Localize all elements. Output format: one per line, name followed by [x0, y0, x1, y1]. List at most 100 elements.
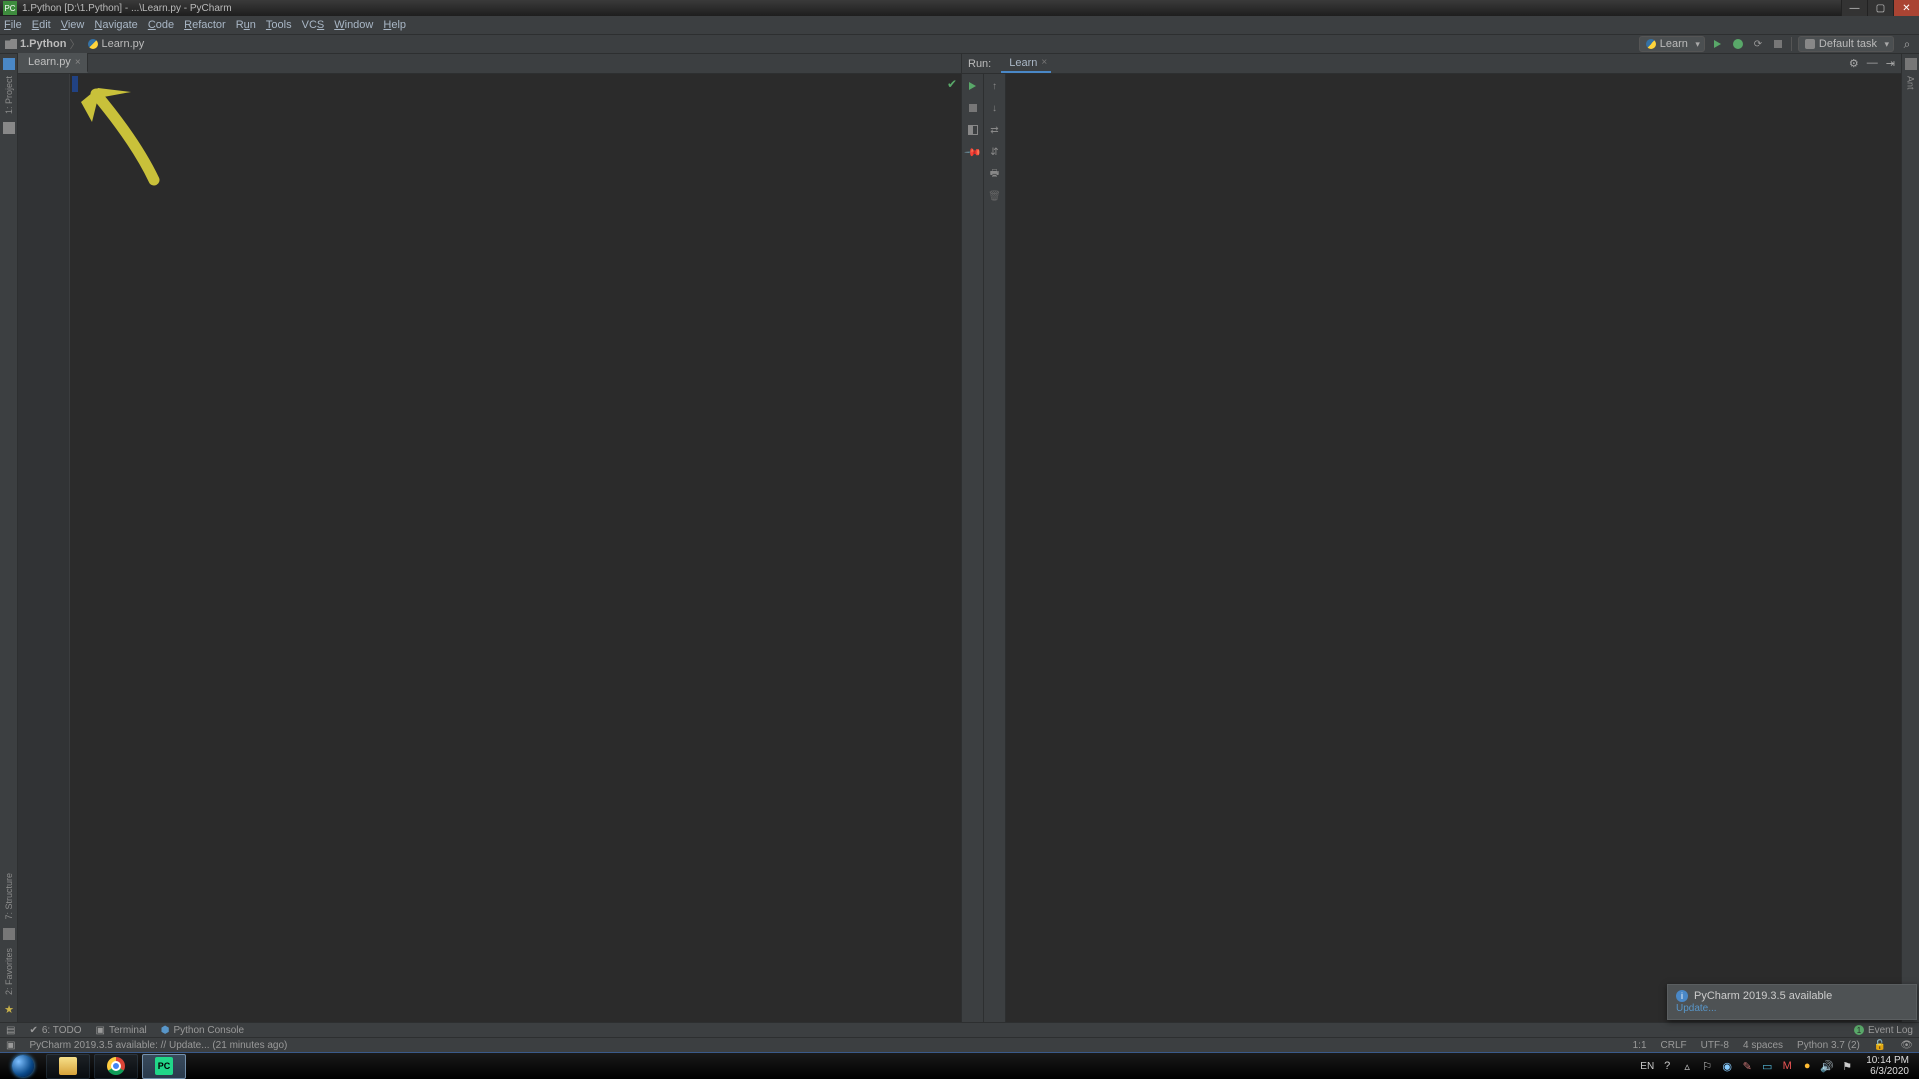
menu-help[interactable]: Help	[383, 19, 406, 31]
lock-icon[interactable]: 🔓	[1874, 1040, 1886, 1051]
caret-position[interactable]: 1:1	[1633, 1040, 1647, 1051]
run-actions-col1: 📌	[962, 74, 984, 1022]
tray-gmail-icon[interactable]: M	[1780, 1059, 1794, 1073]
language-indicator[interactable]: EN	[1640, 1061, 1654, 1072]
menu-vcs[interactable]: VCS	[302, 19, 325, 31]
maximize-button[interactable]: ▢	[1867, 0, 1893, 16]
start-button[interactable]	[4, 1054, 42, 1079]
close-button[interactable]: ✕	[1893, 0, 1919, 16]
menu-run[interactable]: Run	[236, 19, 256, 31]
python-console-button[interactable]: ⬢Python Console	[161, 1025, 244, 1036]
tray-volume-icon[interactable]: 🔊	[1820, 1059, 1834, 1073]
run-tab-learn[interactable]: Learn ×	[1001, 54, 1051, 73]
folder-tool-icon[interactable]	[3, 122, 15, 134]
project-tool-icon[interactable]	[3, 58, 15, 70]
breadcrumb-project-label: 1.Python	[20, 38, 66, 50]
editor-tab-learn[interactable]: Learn.py ×	[18, 53, 88, 73]
run-minimize-icon[interactable]: —	[1867, 57, 1878, 70]
taskbar-clock[interactable]: 10:14 PM 6/3/2020	[1866, 1055, 1909, 1077]
scroll-to-end-button[interactable]: ⇵	[988, 145, 1002, 159]
line-separator[interactable]: CRLF	[1661, 1040, 1687, 1051]
run-with-coverage-button[interactable]: ⟳	[1751, 37, 1765, 51]
editor-tabs: Learn.py ×	[18, 54, 961, 74]
menu-tools[interactable]: Tools	[266, 19, 292, 31]
menu-code[interactable]: Code	[148, 19, 174, 31]
tray-app4-icon[interactable]: ●	[1800, 1059, 1814, 1073]
menu-window[interactable]: Window	[334, 19, 373, 31]
file-encoding[interactable]: UTF-8	[1701, 1040, 1729, 1051]
run-actions-col2: ↑ ↓ ⇄ ⇵ 🖶 🗑	[984, 74, 1006, 1022]
ant-icon	[1805, 39, 1815, 49]
ant-tool-label[interactable]: Ant	[1906, 76, 1916, 90]
tray-app1-icon[interactable]: ◉	[1720, 1059, 1734, 1073]
tray-up-icon[interactable]: ▵	[1680, 1059, 1694, 1073]
taskbar-explorer[interactable]	[46, 1054, 90, 1079]
event-log-button[interactable]: Event Log	[1868, 1025, 1913, 1036]
clock-time: 10:14 PM	[1866, 1055, 1909, 1066]
update-notification[interactable]: i PyCharm 2019.3.5 available Update...	[1667, 984, 1917, 1020]
menu-bar: File Edit View Navigate Code Refactor Ru…	[0, 16, 1919, 34]
menu-edit[interactable]: Edit	[32, 19, 51, 31]
tray-network-icon[interactable]: ⚑	[1840, 1059, 1854, 1073]
layout-button[interactable]	[966, 123, 980, 137]
python-icon	[1646, 39, 1656, 49]
run-hide-icon[interactable]: ⇥	[1886, 57, 1895, 70]
pin-tab-button[interactable]: 📌	[966, 145, 980, 159]
notification-title: PyCharm 2019.3.5 available	[1694, 990, 1832, 1002]
tray-app2-icon[interactable]: ✎	[1740, 1059, 1754, 1073]
run-config-select[interactable]: Learn	[1639, 36, 1705, 52]
breadcrumb-project[interactable]: 1.Python 〉	[5, 36, 80, 52]
up-stack-button[interactable]: ↑	[988, 79, 1002, 93]
status-tool-window-icon[interactable]: ▣	[6, 1040, 15, 1051]
code-area[interactable]	[70, 74, 951, 1022]
window-title: 1.Python [D:\1.Python] - ...\Learn.py - …	[20, 3, 1841, 14]
editor-body[interactable]: ✔	[18, 74, 961, 1022]
stop-run-button[interactable]	[966, 101, 980, 115]
close-run-tab-icon[interactable]: ×	[1041, 57, 1047, 68]
task-select[interactable]: Default task	[1798, 36, 1894, 52]
run-settings-icon[interactable]: ⚙	[1849, 57, 1859, 70]
print-button[interactable]: 🖶	[988, 167, 1002, 181]
structure-tool-label[interactable]: 7: Structure	[4, 873, 14, 920]
menu-view[interactable]: View	[61, 19, 85, 31]
rerun-button[interactable]	[966, 79, 980, 93]
editor-tab-label: Learn.py	[28, 56, 71, 68]
python-interpreter[interactable]: Python 3.7 (2)	[1797, 1040, 1860, 1051]
stop-button[interactable]	[1771, 37, 1785, 51]
favorites-star-icon[interactable]: ★	[4, 1003, 14, 1016]
favorites-tool-label[interactable]: 2: Favorites	[4, 948, 14, 995]
run-title: Run:	[968, 58, 991, 70]
tray-help-icon[interactable]: ?	[1660, 1059, 1674, 1073]
menu-file[interactable]: File	[4, 19, 22, 31]
system-tray: EN ? ▵ ⚐ ◉ ✎ ▭ M ● 🔊 ⚑ 10:14 PM 6/3/2020	[1640, 1055, 1915, 1077]
menu-refactor[interactable]: Refactor	[184, 19, 226, 31]
taskbar-chrome[interactable]	[94, 1054, 138, 1079]
breadcrumb-file[interactable]: Learn.py	[88, 38, 144, 50]
down-stack-button[interactable]: ↓	[988, 101, 1002, 115]
status-bar: ▣ PyCharm 2019.3.5 available: // Update.…	[0, 1037, 1919, 1052]
search-everywhere-button[interactable]: ⌕	[1900, 37, 1914, 51]
notification-update-link[interactable]: Update...	[1676, 1003, 1717, 1014]
tray-app3-icon[interactable]: ▭	[1760, 1059, 1774, 1073]
breadcrumb-file-label: Learn.py	[101, 38, 144, 50]
run-output[interactable]	[1006, 74, 1901, 1022]
terminal-button[interactable]: ▣Terminal	[96, 1025, 147, 1036]
minimize-button[interactable]: —	[1841, 0, 1867, 16]
debug-button[interactable]	[1731, 37, 1745, 51]
project-tool-label[interactable]: 1: Project	[4, 76, 14, 114]
tray-action-center-icon[interactable]: ⚐	[1700, 1059, 1714, 1073]
ant-tool-icon[interactable]	[1905, 58, 1917, 70]
taskbar-pycharm[interactable]: PC	[142, 1054, 186, 1079]
inspection-eye-icon[interactable]: 👁	[1900, 1040, 1913, 1051]
clear-all-button[interactable]: 🗑	[988, 189, 1002, 203]
run-button[interactable]	[1711, 37, 1725, 51]
indent-setting[interactable]: 4 spaces	[1743, 1040, 1783, 1051]
close-tab-icon[interactable]: ×	[75, 57, 81, 68]
todo-button[interactable]: ✔6: TODO	[29, 1025, 81, 1036]
bottom-toggle-icon[interactable]: ▤	[6, 1025, 15, 1036]
clock-date: 6/3/2020	[1866, 1066, 1909, 1077]
editor-selection	[72, 76, 78, 92]
structure-tool-icon[interactable]	[3, 928, 15, 940]
soft-wrap-button[interactable]: ⇄	[988, 123, 1002, 137]
menu-navigate[interactable]: Navigate	[94, 19, 137, 31]
